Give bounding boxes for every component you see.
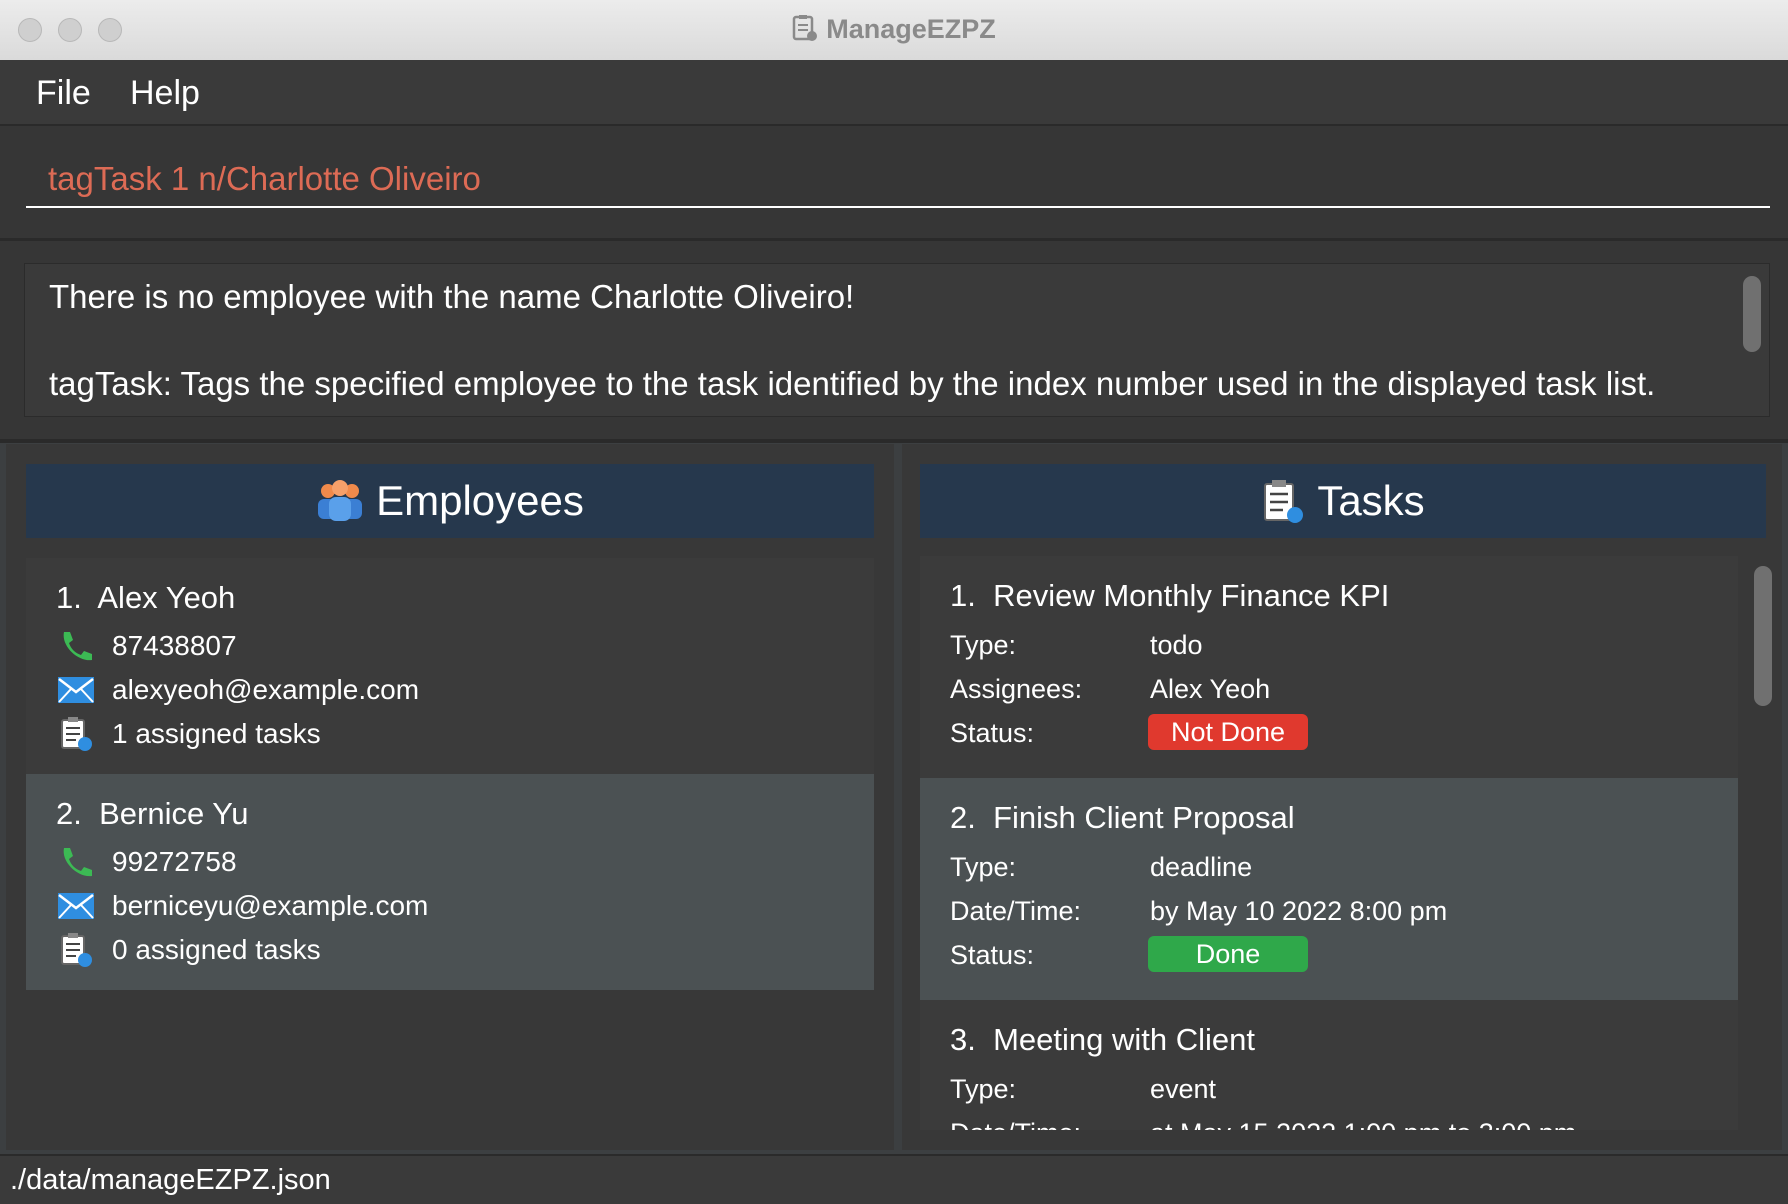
window-title: ManageEZPZ	[0, 14, 1788, 45]
phone-icon	[56, 844, 96, 880]
menu-help[interactable]: Help	[130, 74, 200, 113]
envelope-icon	[56, 672, 96, 708]
menu-bar: File Help	[0, 60, 1788, 126]
task-name: 2. Finish Client Proposal	[950, 800, 1295, 836]
command-box	[0, 126, 1788, 241]
task-datetime: at May 15 2022 1:00 pm to 3:00 pm	[1150, 1118, 1576, 1130]
task-list-icon	[56, 932, 96, 968]
task-status-label: Status:	[950, 940, 1035, 970]
task-assignees-label: Assignees:	[950, 674, 1083, 704]
task-assignees: Alex Yeoh	[1150, 674, 1271, 704]
phone-icon	[56, 628, 96, 664]
employee-email-row: alexyeoh@example.com	[56, 672, 419, 708]
employee-card[interactable]: 1. Alex Yeoh 87438807 alexyeoh@example.c…	[26, 558, 874, 774]
task-card[interactable]: 2. Finish Client Proposal Type: deadline…	[920, 778, 1738, 1000]
task-type-label: Type:	[950, 852, 1017, 882]
app-icon	[792, 15, 818, 41]
task-list-scrollbar[interactable]	[1754, 566, 1772, 706]
employee-assigned-tasks: 0 assigned tasks	[112, 934, 321, 965]
task-datetime-label: Date/Time:	[950, 1118, 1081, 1130]
task-card[interactable]: 1. Review Monthly Finance KPI Type: todo…	[920, 556, 1738, 778]
task-type: event	[1150, 1074, 1217, 1104]
task-type: deadline	[1150, 852, 1253, 882]
employee-name: 1. Alex Yeoh	[56, 580, 235, 616]
task-type-label: Type:	[950, 1074, 1017, 1104]
task-status-label: Status:	[950, 718, 1035, 748]
people-icon	[318, 480, 363, 521]
employee-email-row: berniceyu@example.com	[56, 888, 428, 924]
envelope-icon	[56, 888, 96, 924]
command-input[interactable]	[26, 152, 1770, 208]
result-scrollbar[interactable]	[1743, 276, 1761, 352]
task-index: 3.	[950, 1022, 976, 1057]
status-badge-done: Done	[1148, 936, 1308, 972]
employee-tasks-row: 1 assigned tasks	[56, 716, 321, 752]
result-message: There is no employee with the name Charl…	[49, 278, 855, 315]
task-datetime-label: Date/Time:	[950, 896, 1082, 926]
task-list[interactable]: 1. Review Monthly Finance KPI Type: todo…	[920, 556, 1738, 1130]
task-type-label: Type:	[950, 630, 1017, 660]
employee-email: alexyeoh@example.com	[112, 674, 420, 705]
task-name-text: Finish Client Proposal	[993, 800, 1295, 835]
task-name-text: Review Monthly Finance KPI	[993, 578, 1390, 613]
employee-assigned-tasks: 1 assigned tasks	[112, 718, 321, 749]
employee-index: 1.	[56, 580, 82, 615]
tasks-header: Tasks	[920, 464, 1766, 538]
tasks-header-title: Tasks	[1317, 477, 1425, 524]
employees-header: Employees	[26, 464, 874, 538]
status-bar: ./data/manageEZPZ.json	[0, 1154, 1788, 1204]
employee-name-text: Alex Yeoh	[97, 580, 236, 615]
employee-index: 2.	[56, 796, 82, 831]
status-badge-not-done: Not Done	[1148, 714, 1308, 750]
employee-email: berniceyu@example.com	[112, 890, 429, 921]
task-panel: Tasks 1. Review Monthly Finance KPI Type…	[902, 444, 1782, 1150]
window-title-text: ManageEZPZ	[826, 14, 996, 44]
result-display-area: There is no employee with the name Charl…	[0, 241, 1788, 443]
employee-phone: 99272758	[112, 846, 237, 877]
task-name: 1. Review Monthly Finance KPI	[950, 578, 1389, 614]
result-display[interactable]: There is no employee with the name Charl…	[24, 263, 1770, 417]
result-usage: tagTask: Tags the specified employee to …	[49, 365, 1656, 402]
employee-panel: Employees 1. Alex Yeoh 87438807 alexyeoh…	[6, 444, 894, 1150]
task-name-text: Meeting with Client	[993, 1022, 1255, 1057]
menu-file[interactable]: File	[36, 74, 91, 113]
employee-phone: 87438807	[112, 630, 237, 661]
save-file-path: ./data/manageEZPZ.json	[10, 1164, 331, 1196]
employee-card[interactable]: 2. Bernice Yu 99272758 berniceyu@example…	[26, 774, 874, 990]
employee-name: 2. Bernice Yu	[56, 796, 248, 832]
task-card[interactable]: 3. Meeting with Client Type: event Date/…	[920, 1000, 1738, 1130]
task-datetime: by May 10 2022 8:00 pm	[1150, 896, 1448, 926]
task-type: todo	[1150, 630, 1203, 660]
employee-phone-row: 87438807	[56, 628, 237, 664]
employee-tasks-row: 0 assigned tasks	[56, 932, 321, 968]
window-titlebar: ManageEZPZ	[0, 0, 1788, 61]
task-index: 2.	[950, 800, 976, 835]
employee-phone-row: 99272758	[56, 844, 237, 880]
task-list-icon	[56, 716, 96, 752]
employees-header-title: Employees	[376, 477, 584, 524]
task-index: 1.	[950, 578, 976, 613]
employee-name-text: Bernice Yu	[99, 796, 249, 831]
task-name: 3. Meeting with Client	[950, 1022, 1255, 1058]
task-list-icon	[1264, 480, 1304, 523]
